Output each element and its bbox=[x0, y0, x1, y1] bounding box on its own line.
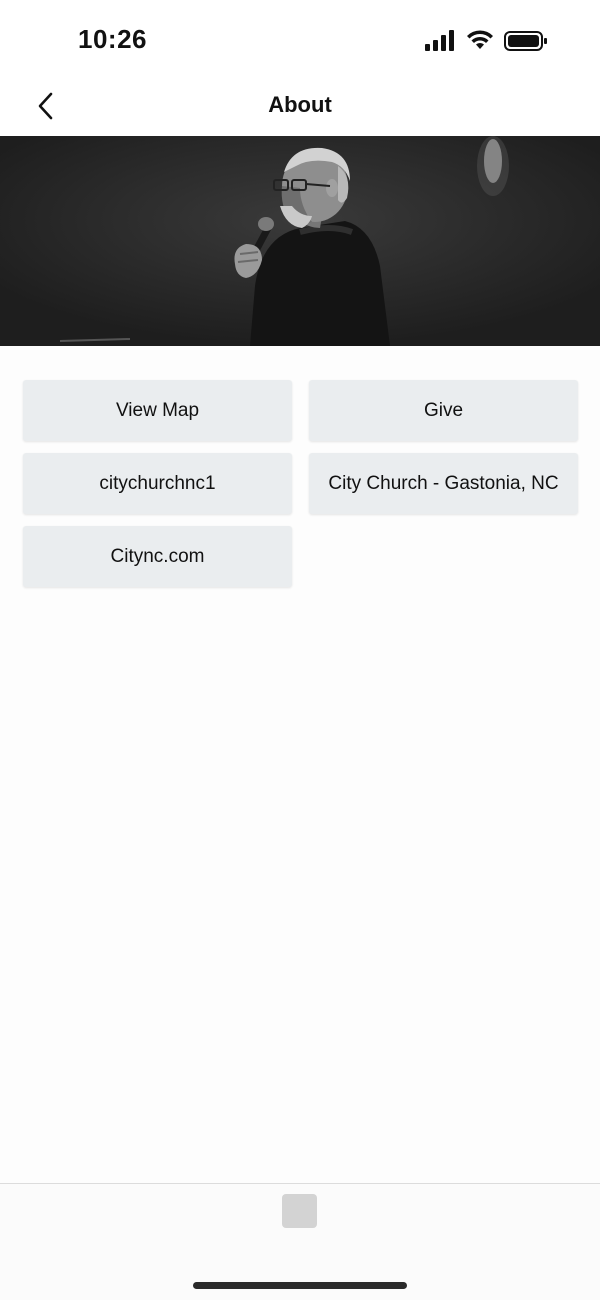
social-handle-button[interactable]: citychurchnc1 bbox=[23, 453, 292, 514]
link-grid: View Map Give citychurchnc1 City Church … bbox=[23, 380, 578, 587]
speaker-photo bbox=[0, 136, 600, 346]
navigation-bar: About bbox=[0, 80, 600, 136]
page-title: About bbox=[268, 92, 332, 117]
website-button[interactable]: Citync.com bbox=[23, 526, 292, 587]
tab-bar bbox=[0, 1183, 600, 1300]
church-location-button[interactable]: City Church - Gastonia, NC bbox=[309, 453, 578, 514]
battery-icon bbox=[504, 31, 547, 51]
give-button[interactable]: Give bbox=[309, 380, 578, 441]
cellular-signal-icon bbox=[425, 30, 454, 51]
status-bar: 10:26 bbox=[0, 0, 600, 80]
home-indicator[interactable] bbox=[193, 1282, 407, 1289]
content-area: View Map Give citychurchnc1 City Church … bbox=[0, 346, 600, 1183]
hero-image bbox=[0, 136, 600, 346]
tab-placeholder-icon[interactable] bbox=[282, 1194, 317, 1228]
view-map-button[interactable]: View Map bbox=[23, 380, 292, 441]
status-time: 10:26 bbox=[78, 24, 147, 54]
wifi-icon bbox=[467, 30, 493, 49]
